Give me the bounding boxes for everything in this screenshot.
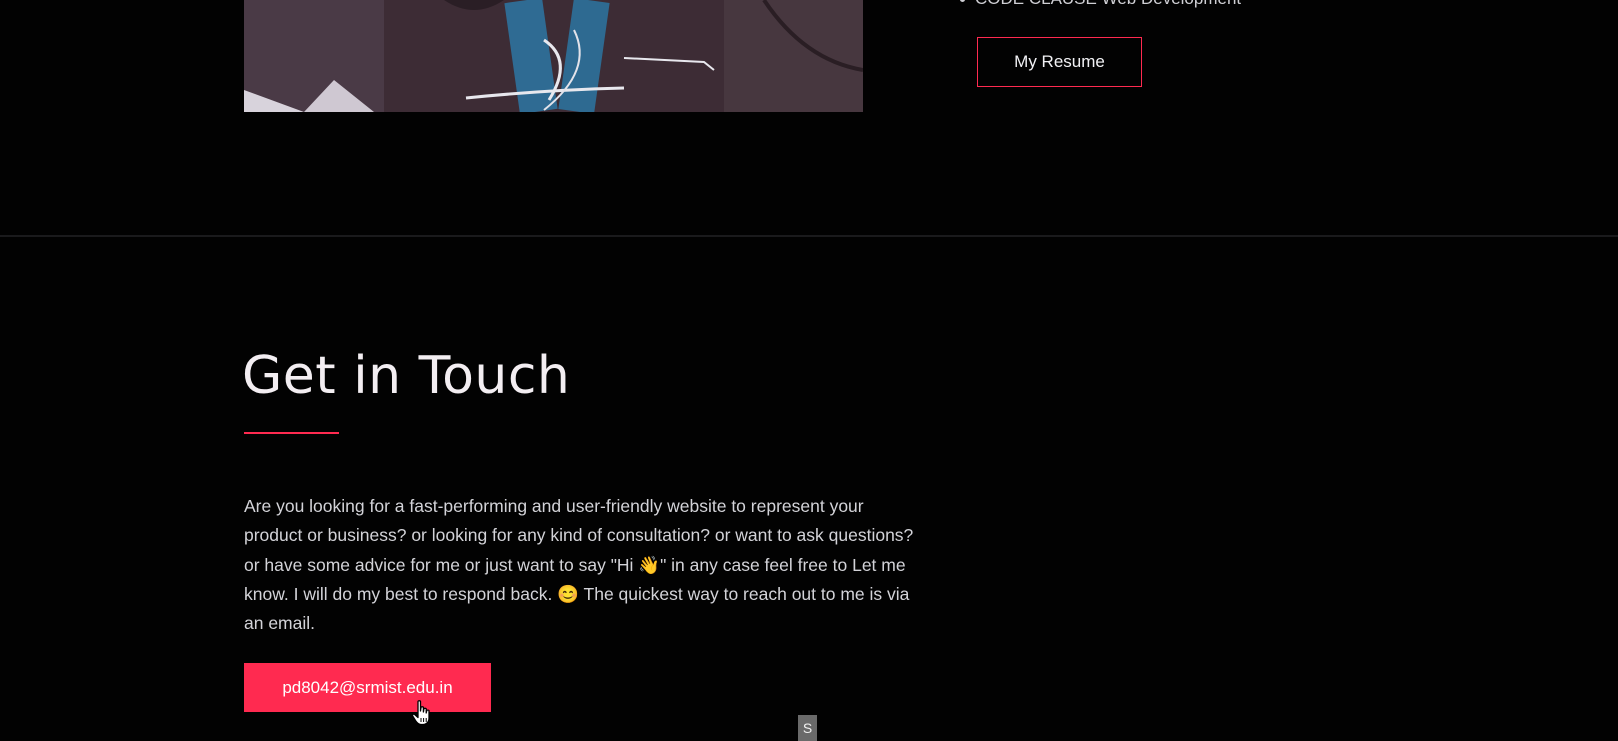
section-divider	[0, 235, 1618, 237]
title-underline	[244, 432, 339, 434]
resume-button[interactable]: My Resume	[977, 37, 1142, 87]
resume-button-label: My Resume	[1014, 52, 1105, 71]
contact-description: Are you looking for a fast-performing an…	[244, 496, 914, 634]
contact-title: Get in Touch	[242, 346, 571, 406]
experience-list-item: CODE CLAUSE Web Development	[960, 0, 1241, 9]
hand-pointer-icon	[411, 700, 430, 726]
profile-photo	[244, 0, 863, 112]
experience-item-label: CODE CLAUSE Web Development	[975, 0, 1241, 8]
email-button[interactable]: pd8042@srmist.edu.in	[244, 663, 491, 712]
floating-tag-label: S	[802, 720, 813, 736]
bullet-dot-icon	[960, 0, 965, 3]
portfolio-page: CODE CLAUSE Web Development My Resume Ge…	[0, 0, 1618, 741]
floating-tag[interactable]: S	[798, 715, 817, 741]
email-button-label: pd8042@srmist.edu.in	[282, 677, 453, 697]
